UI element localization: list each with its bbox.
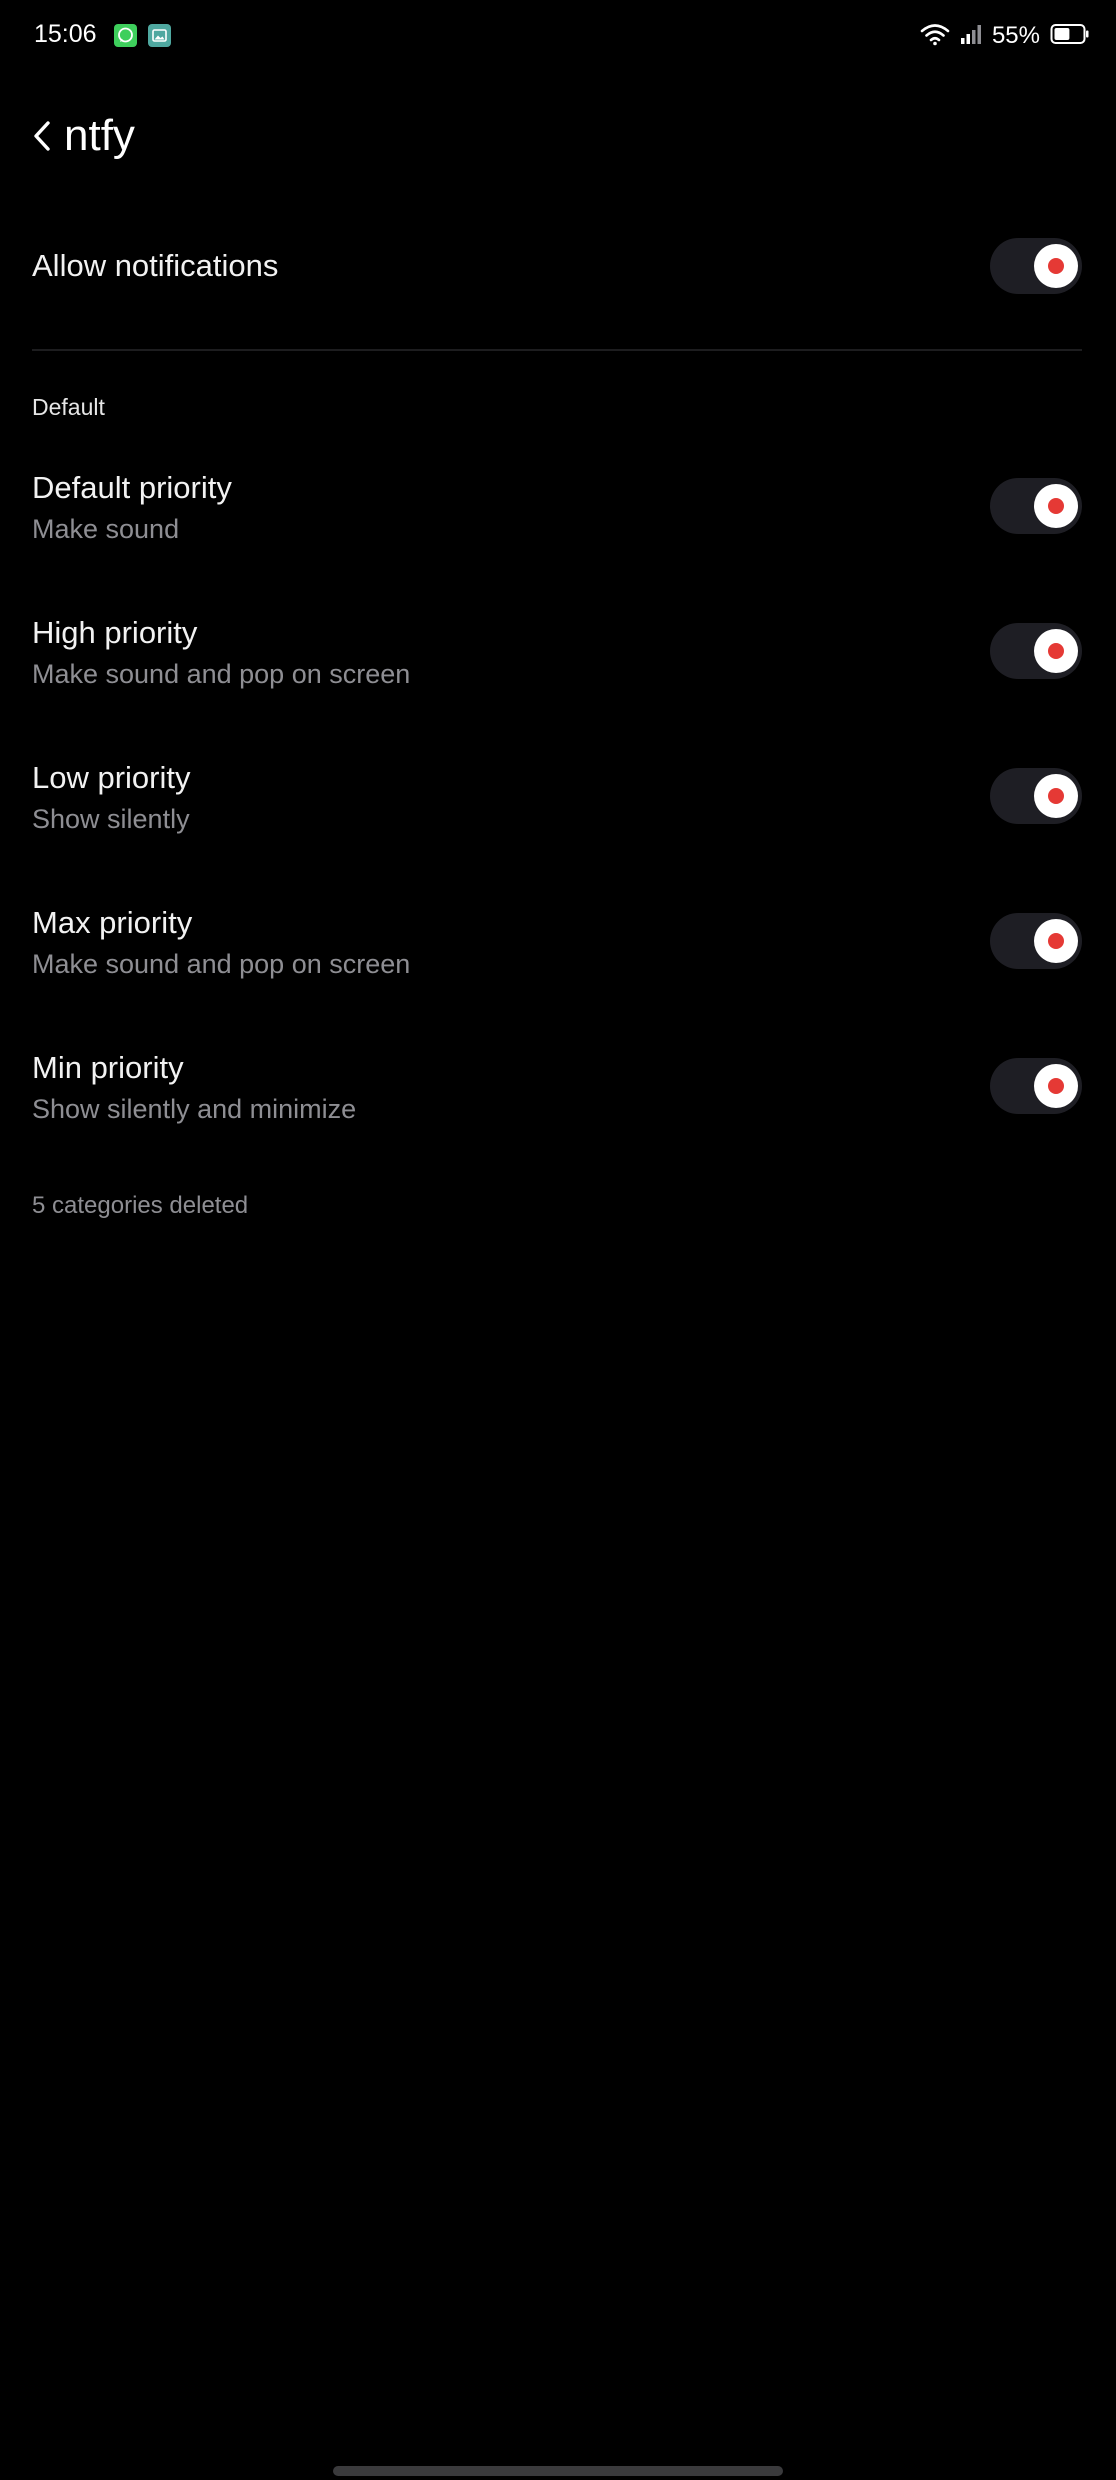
channel-title: High priority bbox=[32, 615, 198, 650]
divider bbox=[32, 349, 1082, 351]
allow-notifications-toggle[interactable] bbox=[990, 238, 1082, 294]
toggle-knob bbox=[1034, 244, 1078, 288]
channel-title: Min priority bbox=[32, 1050, 184, 1085]
toggle-knob bbox=[1034, 1064, 1078, 1108]
toggle-dot bbox=[1048, 933, 1064, 949]
channel-toggle-max[interactable] bbox=[990, 913, 1082, 969]
channel-row-low[interactable]: Low priority Show silently bbox=[0, 746, 1116, 866]
toggle-knob bbox=[1034, 629, 1078, 673]
channel-subtitle: Make sound and pop on screen bbox=[32, 659, 411, 689]
allow-notifications-row[interactable]: Allow notifications bbox=[0, 220, 1116, 310]
gallery-icon bbox=[148, 24, 171, 47]
channel-subtitle: Make sound and pop on screen bbox=[32, 949, 411, 979]
section-label-default: Default bbox=[32, 394, 105, 420]
back-button[interactable] bbox=[22, 112, 62, 164]
channel-row-default[interactable]: Default priority Make sound bbox=[0, 456, 1116, 576]
toggle-dot bbox=[1048, 788, 1064, 804]
whatsapp-icon bbox=[114, 24, 137, 47]
channel-row-max[interactable]: Max priority Make sound and pop on scree… bbox=[0, 891, 1116, 1011]
toggle-knob bbox=[1034, 484, 1078, 528]
channel-toggle-high[interactable] bbox=[990, 623, 1082, 679]
page-title: ntfy bbox=[64, 111, 135, 160]
status-time: 15:06 bbox=[34, 20, 97, 48]
channel-title: Max priority bbox=[32, 905, 193, 940]
toggle-dot bbox=[1048, 498, 1064, 514]
signal-icon bbox=[960, 23, 982, 50]
allow-notifications-label: Allow notifications bbox=[32, 248, 279, 283]
channel-subtitle: Show silently bbox=[32, 804, 190, 834]
channel-title: Low priority bbox=[32, 760, 191, 795]
toggle-dot bbox=[1048, 258, 1064, 274]
channel-subtitle: Make sound bbox=[32, 514, 180, 544]
chevron-left-icon bbox=[31, 119, 53, 158]
deleted-categories-note: 5 categories deleted bbox=[32, 1192, 249, 1219]
wifi-icon bbox=[920, 22, 950, 51]
channel-title: Default priority bbox=[32, 470, 232, 505]
toggle-dot bbox=[1048, 1078, 1064, 1094]
status-icons: 55% bbox=[920, 20, 1090, 52]
home-indicator[interactable] bbox=[333, 2466, 783, 2476]
channel-row-min[interactable]: Min priority Show silently and minimize bbox=[0, 1036, 1116, 1156]
toggle-knob bbox=[1034, 774, 1078, 818]
channel-toggle-low[interactable] bbox=[990, 768, 1082, 824]
channel-row-high[interactable]: High priority Make sound and pop on scre… bbox=[0, 601, 1116, 721]
channel-subtitle: Show silently and minimize bbox=[32, 1094, 357, 1124]
battery-icon bbox=[1050, 23, 1090, 50]
toggle-dot bbox=[1048, 643, 1064, 659]
channel-toggle-default[interactable] bbox=[990, 478, 1082, 534]
channel-toggle-min[interactable] bbox=[990, 1058, 1082, 1114]
toggle-knob bbox=[1034, 919, 1078, 963]
battery-percent: 55% bbox=[991, 22, 1040, 49]
status-bar: 15:06 55% bbox=[0, 0, 1116, 72]
